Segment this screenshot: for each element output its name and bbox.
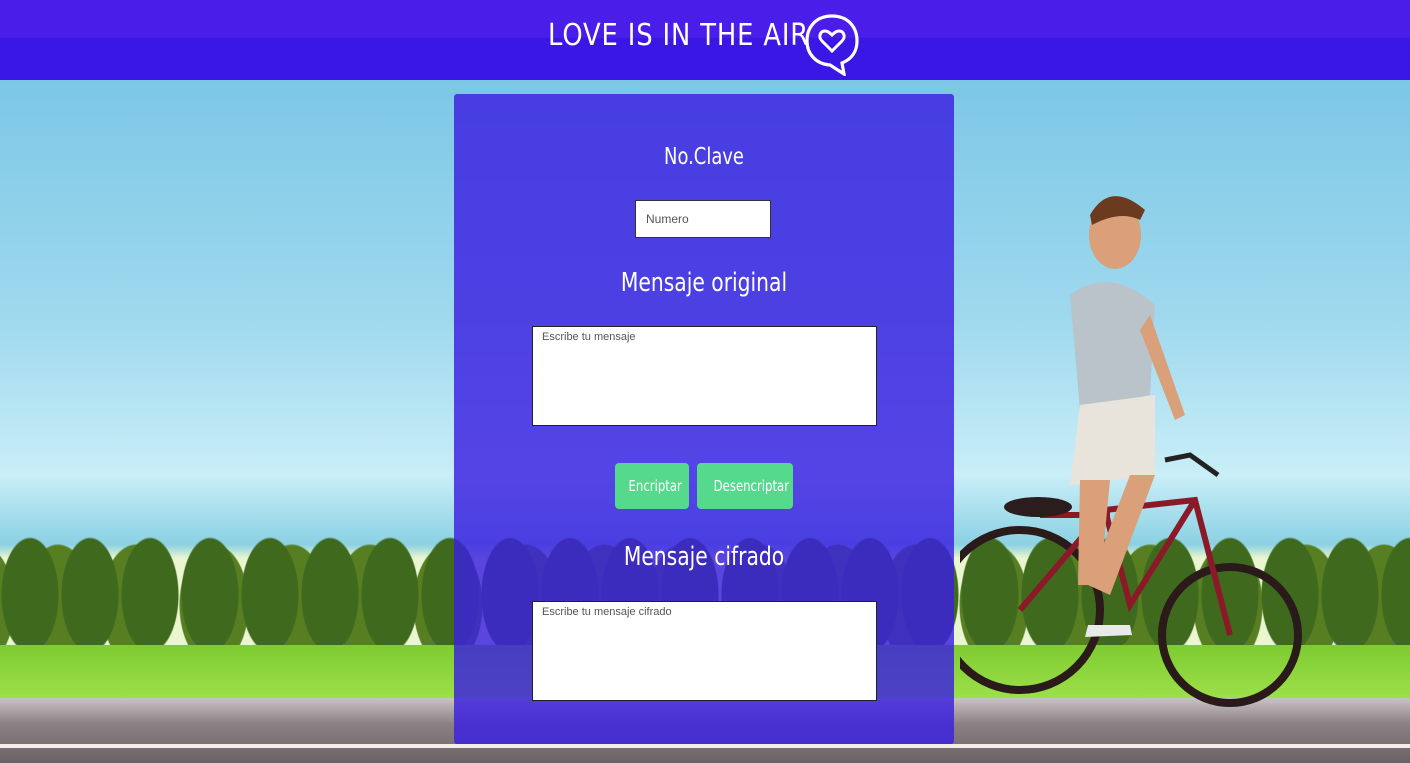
key-number-input[interactable]	[635, 200, 771, 238]
top-header: LOVE IS IN THE AIR	[0, 0, 1410, 80]
site-title: LOVE IS IN THE AIR	[548, 18, 810, 53]
decrypt-button[interactable]: Desencriptar	[697, 463, 793, 509]
road-line	[0, 744, 1410, 748]
encrypt-button-label: Encriptar	[628, 477, 682, 495]
key-label: No.Clave	[664, 144, 744, 170]
cipher-message-label: Mensaje cifrado	[623, 542, 785, 572]
encrypt-button[interactable]: Encriptar	[615, 463, 689, 509]
cipher-message-textarea[interactable]	[532, 601, 877, 701]
decrypt-button-label: Desencriptar	[713, 477, 790, 495]
original-message-textarea[interactable]	[532, 326, 877, 426]
heart-speech-bubble-icon	[805, 14, 859, 76]
original-message-label: Mensaje original	[620, 268, 788, 298]
cipher-form-panel: No.Clave Mensaje original Encriptar Dese…	[454, 94, 954, 744]
cyclist-illustration	[960, 196, 1302, 707]
